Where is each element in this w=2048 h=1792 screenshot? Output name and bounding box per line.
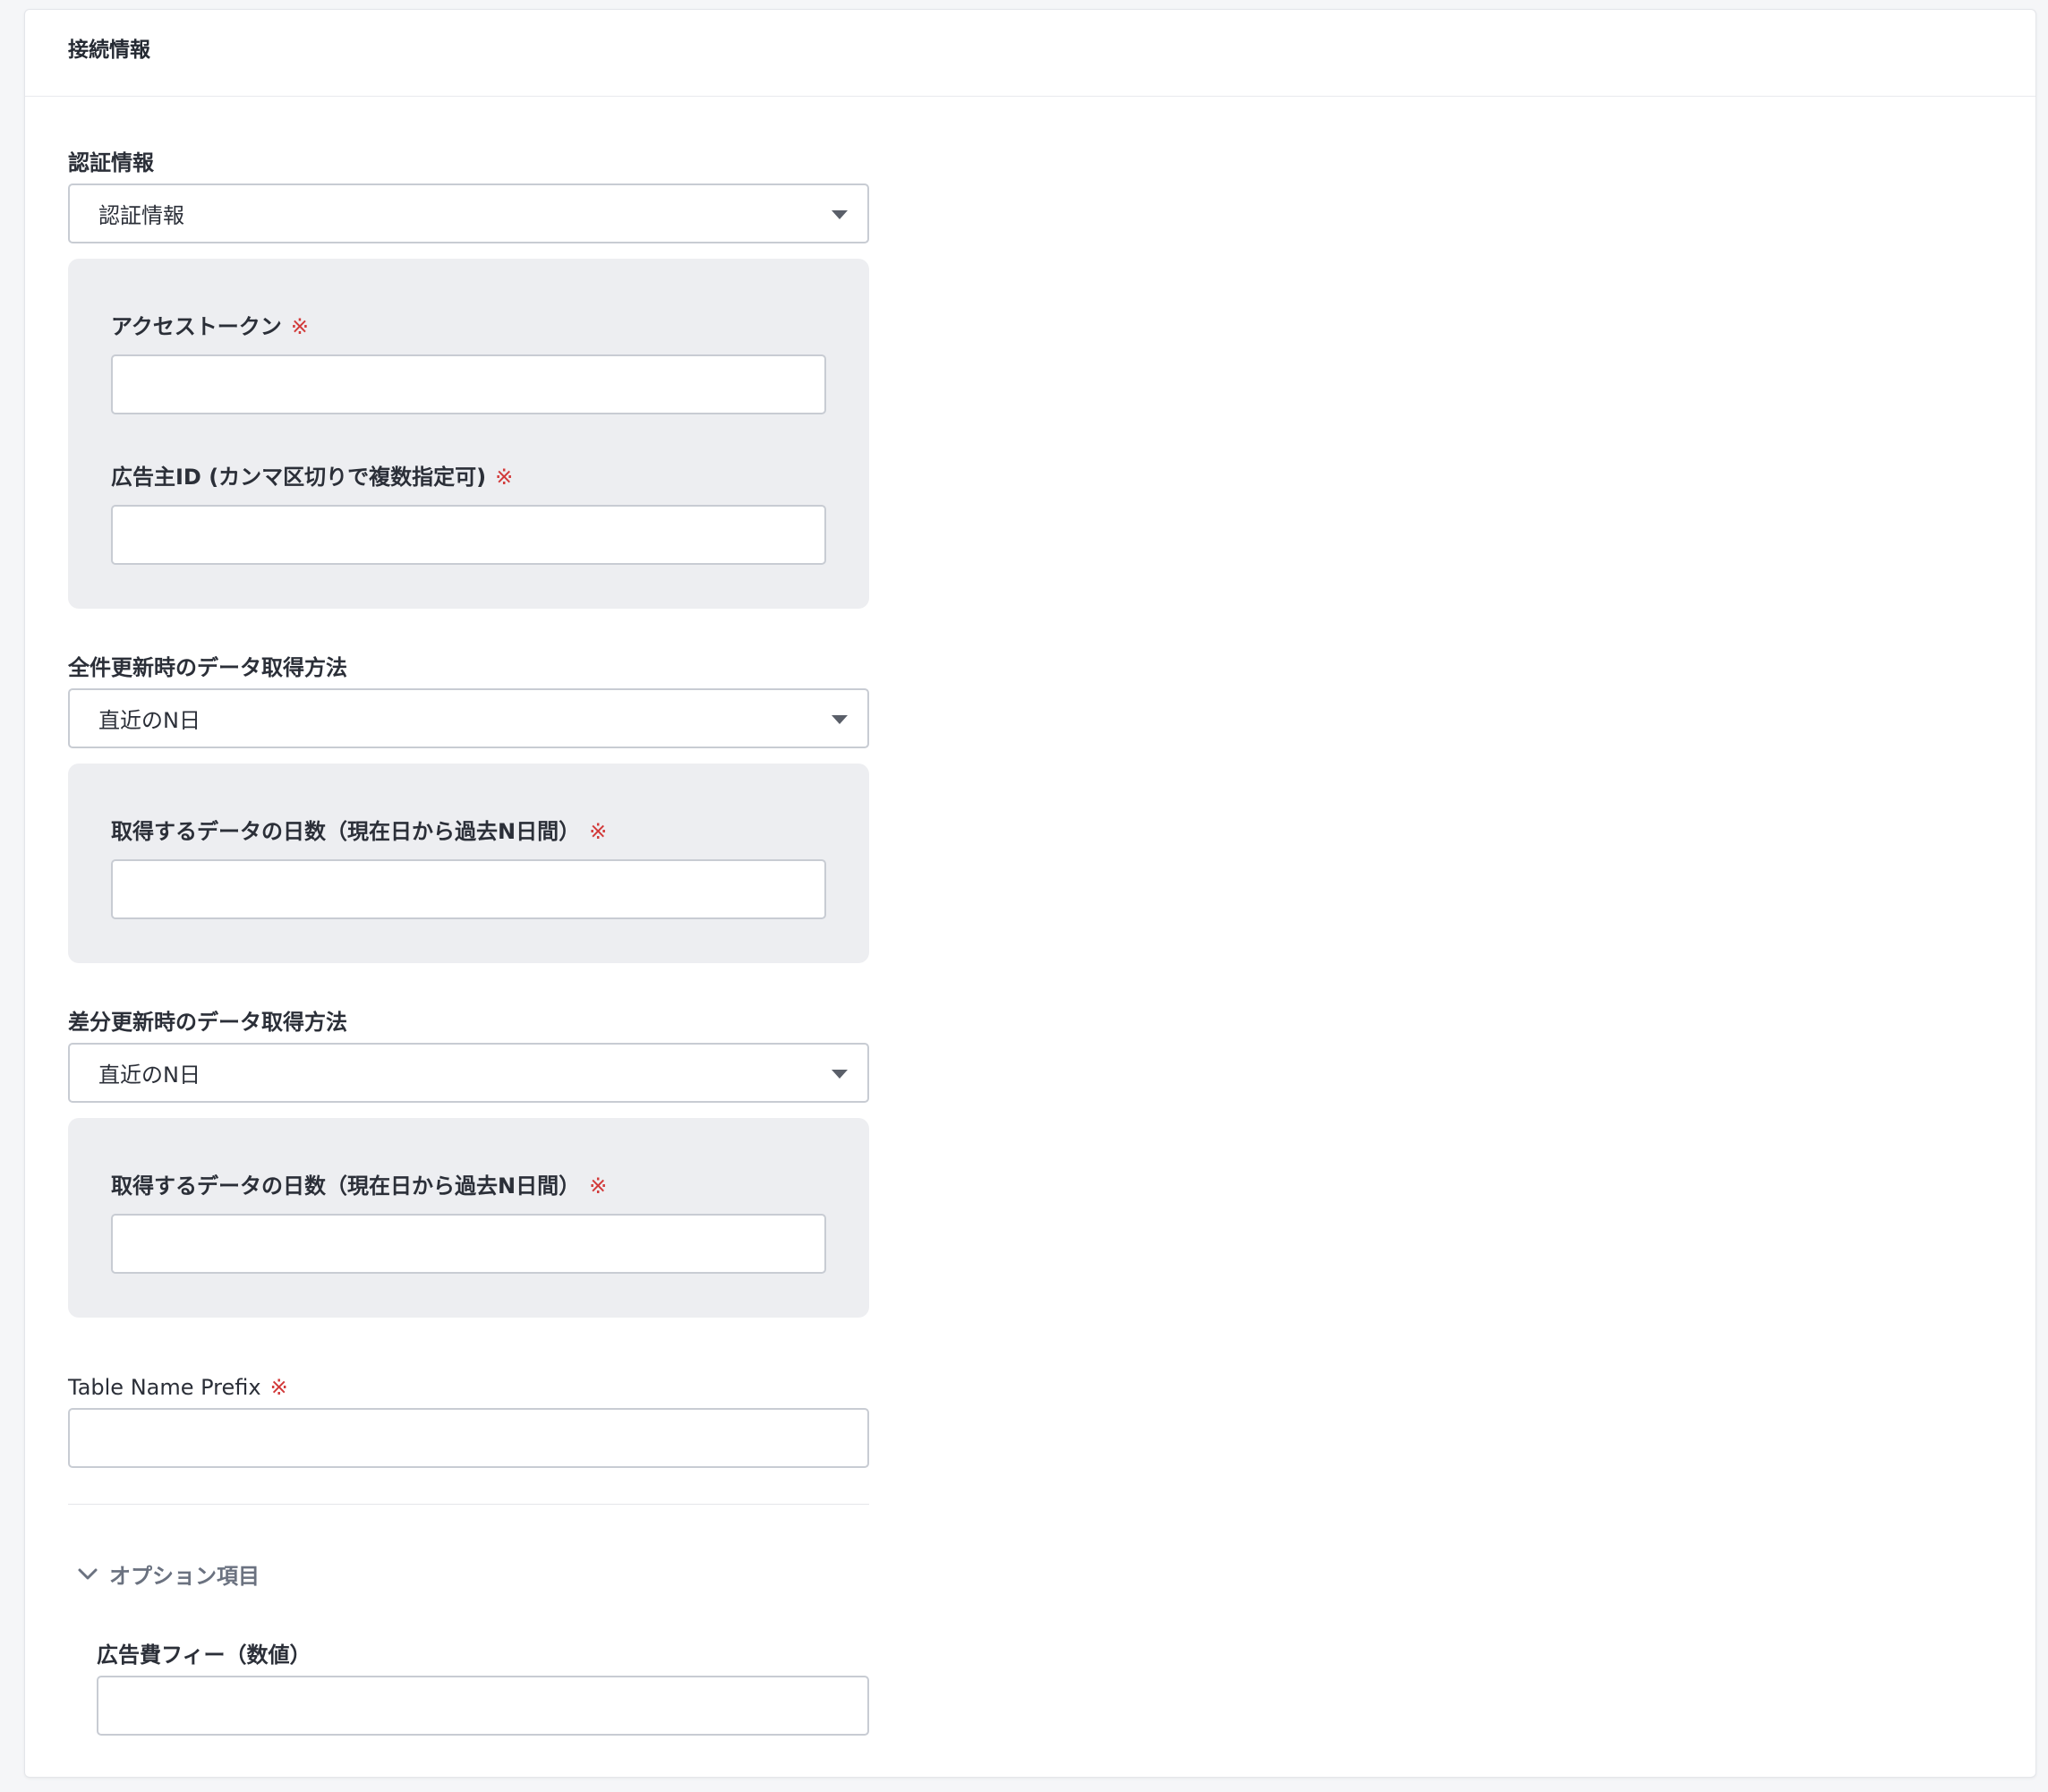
diff-update-panel: 取得するデータの日数（現在日から過去N日間） ※ [68,1118,869,1318]
required-mark: ※ [589,1173,608,1199]
chevron-down-icon [78,1568,98,1579]
diff-update-label: 差分更新時のデータ取得方法 [68,1010,347,1035]
diff-update-days-input[interactable] [111,1214,826,1274]
table-prefix-input[interactable] [68,1408,869,1468]
diff-update-select-value: 直近のN日 [98,1062,201,1088]
advertiser-id-label: 広告主ID (カンマ区切りで複数指定可) ※ [111,465,514,490]
divider [68,1504,869,1505]
full-update-days-input[interactable] [111,859,826,919]
auth-select[interactable]: 認証情報 [68,183,869,243]
caret-down-icon [832,210,848,219]
auth-select-value: 認証情報 [98,203,184,228]
full-update-select[interactable]: 直近のN日 [68,688,869,748]
ad-fee-input[interactable] [97,1676,869,1736]
auth-panel: アクセストークン ※ 広告主ID (カンマ区切りで複数指定可) ※ [68,259,869,609]
required-mark: ※ [589,819,608,844]
required-mark: ※ [495,465,514,490]
required-mark: ※ [269,1375,288,1400]
diff-update-days-label: 取得するデータの日数（現在日から過去N日間） ※ [111,1173,608,1199]
table-prefix-label: Table Name Prefix ※ [68,1375,288,1400]
connection-settings-card: 接続情報 認証情報 認証情報 アクセストークン ※ 広告主ID (カンマ区切りで複… [24,9,2036,1778]
card-header: 接続情報 [25,10,2035,97]
advertiser-id-input[interactable] [111,505,826,565]
options-toggle-label: オプション項目 [109,1564,260,1589]
full-update-days-label: 取得するデータの日数（現在日から過去N日間） ※ [111,819,608,844]
full-update-label: 全件更新時のデータ取得方法 [68,655,347,680]
ad-fee-label: 広告費フィー（数値） [97,1643,311,1668]
options-toggle[interactable]: オプション項目 [77,1558,260,1590]
full-update-panel: 取得するデータの日数（現在日から過去N日間） ※ [68,764,869,963]
access-token-label: アクセストークン ※ [111,314,309,339]
diff-update-select[interactable]: 直近のN日 [68,1043,869,1103]
caret-down-icon [832,1070,848,1079]
access-token-input[interactable] [111,354,826,414]
full-update-select-value: 直近のN日 [98,708,201,733]
caret-down-icon [832,715,848,724]
section-title: 接続情報 [68,38,150,62]
auth-label: 認証情報 [68,150,154,175]
required-mark: ※ [290,314,309,339]
